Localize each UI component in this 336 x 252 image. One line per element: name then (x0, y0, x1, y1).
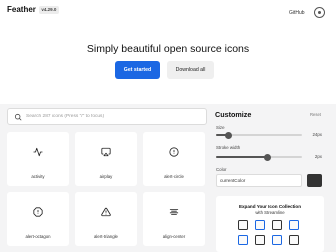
stroke-width-label: Stroke width (216, 145, 241, 150)
alert-octagon-icon (33, 207, 43, 217)
reset-button[interactable]: Reset (310, 112, 321, 117)
color-label: Color (216, 167, 227, 172)
icon-tile-label: alert-circle (164, 174, 184, 179)
icon-tile[interactable]: alert-triangle (75, 192, 137, 246)
size-slider[interactable] (216, 131, 302, 139)
stroke-width-slider[interactable] (216, 153, 302, 161)
color-swatch[interactable] (307, 174, 322, 187)
icon-tile[interactable]: alert-octagon (7, 192, 69, 246)
stroke-slider-handle[interactable] (264, 153, 272, 161)
alert-circle-icon (169, 147, 179, 157)
icon-tile-label: align-center (162, 234, 186, 239)
stroke-slider-fill (216, 156, 268, 158)
icon-tile[interactable]: alert-circle (143, 132, 205, 186)
brand[interactable]: Feather v4.29.0 (7, 5, 59, 14)
promo-icon (255, 235, 265, 245)
search-icon (14, 113, 22, 121)
icon-tile-label: alert-triangle (94, 234, 118, 239)
size-slider-handle[interactable] (225, 131, 233, 139)
promo-subtitle: with Streamline (255, 210, 285, 215)
color-input[interactable]: currentColor (216, 174, 302, 187)
promo-icon (272, 220, 282, 230)
customize-title: Customize (215, 110, 252, 119)
promo-icon (289, 235, 299, 245)
search-input[interactable] (26, 109, 204, 124)
promo-icon (289, 220, 299, 230)
brand-name[interactable]: Feather (7, 5, 36, 14)
icon-tile-label: alert-octagon (25, 234, 51, 239)
promo-title: Expand Your Icon Collection (238, 204, 302, 209)
search-box[interactable] (7, 108, 207, 125)
github-link[interactable]: GitHub (289, 10, 305, 16)
icon-tile[interactable]: activity (7, 132, 69, 186)
page-headline: Simply beautiful open source icons (86, 43, 250, 55)
theme-toggle-icon[interactable] (314, 7, 325, 18)
icon-tile-label: airplay (99, 174, 113, 179)
size-label: Size (216, 125, 225, 130)
version-badge: v4.29.0 (38, 5, 59, 14)
stroke-width-value: 2px (314, 154, 322, 159)
activity-icon (33, 147, 43, 157)
icon-tile[interactable]: align-center (143, 192, 205, 246)
hero-section: Feather v4.29.0 GitHub Simply beautiful … (0, 0, 336, 104)
align-center-icon (169, 209, 179, 215)
icon-tile[interactable]: airplay (75, 132, 137, 186)
promo-icon (238, 220, 248, 230)
airplay-icon (101, 147, 111, 157)
promo-icon (238, 235, 248, 245)
size-value: 24px (312, 132, 322, 137)
alert-triangle-icon (101, 207, 111, 217)
promo-card[interactable]: Expand Your Icon Collection with Streaml… (216, 196, 324, 252)
promo-icon (255, 220, 265, 230)
promo-icon (272, 235, 282, 245)
icon-tile-label: activity (31, 174, 45, 179)
download-all-button[interactable]: Download all (167, 61, 214, 79)
get-started-button[interactable]: Get started (115, 61, 160, 79)
